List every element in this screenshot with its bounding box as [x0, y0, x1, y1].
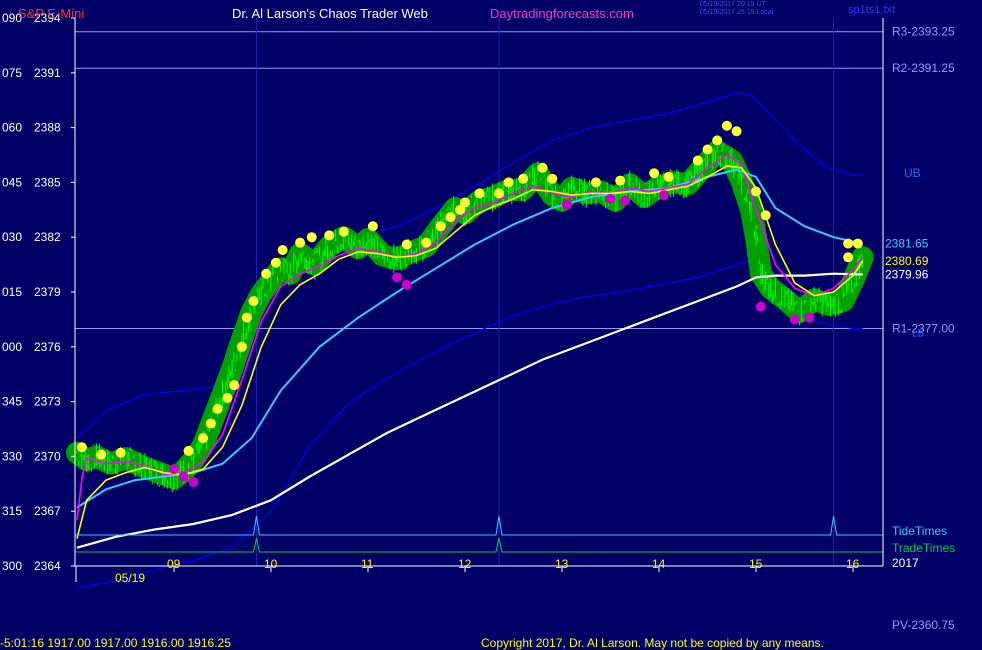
y-price-label-9: 2367 — [34, 504, 61, 518]
yellow-signal-dot — [306, 232, 317, 243]
magenta-signal-dot — [804, 312, 815, 323]
lower-band-label: LB — [912, 329, 925, 340]
yellow-signal-dot — [421, 237, 432, 248]
yellow-signal-dot — [212, 403, 223, 414]
y-price-label-4: 2382 — [34, 230, 61, 244]
yellow-signal-dot — [445, 212, 456, 223]
yellow-signal-dot — [229, 380, 240, 391]
yellow-signal-dot — [731, 126, 742, 137]
yellow-signal-dot — [712, 135, 723, 146]
yellow-signal-dot — [295, 237, 306, 248]
magenta-signal-dot — [392, 272, 403, 283]
y-code-label-1: 075 — [2, 66, 22, 80]
y-code-label-7: 345 — [2, 395, 22, 409]
y-code-label-9: 315 — [2, 504, 22, 518]
y-code-label-6: 000 — [2, 340, 22, 354]
yellow-signal-dot — [663, 171, 674, 182]
trade-times-label: TradeTimes — [892, 541, 955, 555]
yellow-signal-dot — [852, 238, 863, 249]
right-value-label-2: 2379.96 — [885, 267, 929, 281]
tide-times-label: TideTimes — [892, 524, 947, 538]
yellow-signal-dot — [222, 392, 233, 403]
magenta-signal-dot — [188, 476, 199, 487]
yellow-signal-dot — [547, 173, 558, 184]
year-label: 2017 — [892, 556, 919, 570]
yellow-signal-dot — [760, 210, 771, 221]
yellow-signal-dot — [590, 177, 601, 188]
level-label-0: R3-2393.25 — [892, 25, 955, 39]
yellow-signal-dot — [702, 144, 713, 155]
yellow-signal-dot — [277, 244, 288, 255]
symbol-title: S&P E-Mini — [18, 6, 85, 21]
x-tick-label-2: 11 — [361, 557, 374, 571]
yellow-signal-dot — [503, 177, 514, 188]
yellow-signal-dot — [474, 188, 485, 199]
upper-band-label: UB — [904, 166, 921, 180]
magenta-signal-dot — [620, 195, 631, 206]
magenta-signal-dot — [755, 301, 766, 312]
magenta-signal-dot — [789, 314, 800, 325]
magenta-signal-dot — [658, 190, 669, 201]
yellow-signal-dot — [248, 296, 259, 307]
yellow-signal-dot — [518, 173, 529, 184]
y-price-label-10: 2364 — [34, 559, 61, 573]
y-price-label-6: 2376 — [34, 340, 61, 354]
time-ut: 05/19/2017 20:19 UT — [700, 1, 766, 8]
yellow-signal-dot — [96, 449, 107, 460]
price-readout: -5:01:16 1917.00 1917.00 1916.00 1916.25 — [0, 636, 231, 650]
magenta-signal-dot — [169, 464, 179, 475]
y-price-label-1: 2391 — [34, 66, 61, 80]
y-code-label-4: 030 — [2, 230, 22, 244]
y-code-label-10: 300 — [2, 559, 22, 573]
data-file: sp1ts1.txt — [848, 4, 896, 16]
yellow-signal-dot — [205, 418, 216, 429]
yellow-signal-dot — [115, 447, 126, 458]
time-local: 05/19/2017 15:19 Local — [700, 9, 774, 16]
y-code-label-2: 060 — [2, 121, 22, 135]
site-url: Daytradingforecasts.com — [490, 6, 634, 21]
yellow-signal-dot — [338, 226, 349, 237]
yellow-signal-dot — [843, 238, 854, 249]
y-price-label-8: 2370 — [34, 449, 61, 463]
yellow-signal-dot — [537, 162, 548, 173]
right-value-label-0: 2381.65 — [885, 237, 929, 251]
y-code-label-8: 330 — [2, 449, 22, 463]
yellow-signal-dot — [692, 155, 703, 166]
y-price-label-2: 2388 — [34, 121, 61, 135]
yellow-signal-dot — [241, 312, 252, 323]
y-price-label-7: 2373 — [34, 395, 61, 409]
yellow-signal-dot — [76, 442, 87, 453]
yellow-signal-dot — [435, 221, 446, 232]
y-price-label-5: 2379 — [34, 285, 61, 299]
yellow-signal-dot — [198, 433, 209, 444]
pv-value: PV-2360.75 — [892, 618, 955, 632]
y-price-label-3: 2385 — [34, 175, 61, 189]
yellow-signal-dot — [649, 168, 660, 179]
yellow-signal-dot — [493, 188, 504, 199]
yellow-signal-dot — [843, 252, 854, 263]
y-code-label-5: 015 — [2, 285, 22, 299]
yellow-signal-dot — [751, 186, 761, 197]
chart: 090 2394075 2391060 2388045 2385030 2382015 23… — [0, 0, 982, 650]
yellow-signal-dot — [367, 221, 378, 232]
magenta-signal-dot — [605, 193, 616, 204]
yellow-signal-dot — [615, 175, 626, 186]
yellow-signal-dot — [270, 257, 281, 268]
level-label-1: R2-2391.25 — [892, 61, 955, 75]
yellow-signal-dot — [460, 197, 470, 208]
date-label: 05/19 — [115, 571, 145, 585]
yellow-signal-dot — [401, 239, 412, 250]
yellow-signal-dot — [721, 120, 732, 131]
yellow-signal-dot — [261, 268, 272, 279]
magenta-signal-dot — [401, 279, 412, 290]
yellow-signal-dot — [236, 341, 247, 352]
yellow-signal-dot — [324, 230, 335, 241]
magenta-signal-dot — [178, 471, 189, 482]
yellow-signal-dot — [183, 445, 194, 456]
copyright-notice: Copyright 2017, Dr. Al Larson. May not b… — [481, 636, 824, 650]
right-value-label-1: 2380.69 — [885, 254, 929, 268]
y-code-label-3: 045 — [2, 175, 22, 189]
site-title: Dr. Al Larson's Chaos Trader Web — [232, 6, 428, 21]
magenta-signal-dot — [561, 199, 572, 210]
